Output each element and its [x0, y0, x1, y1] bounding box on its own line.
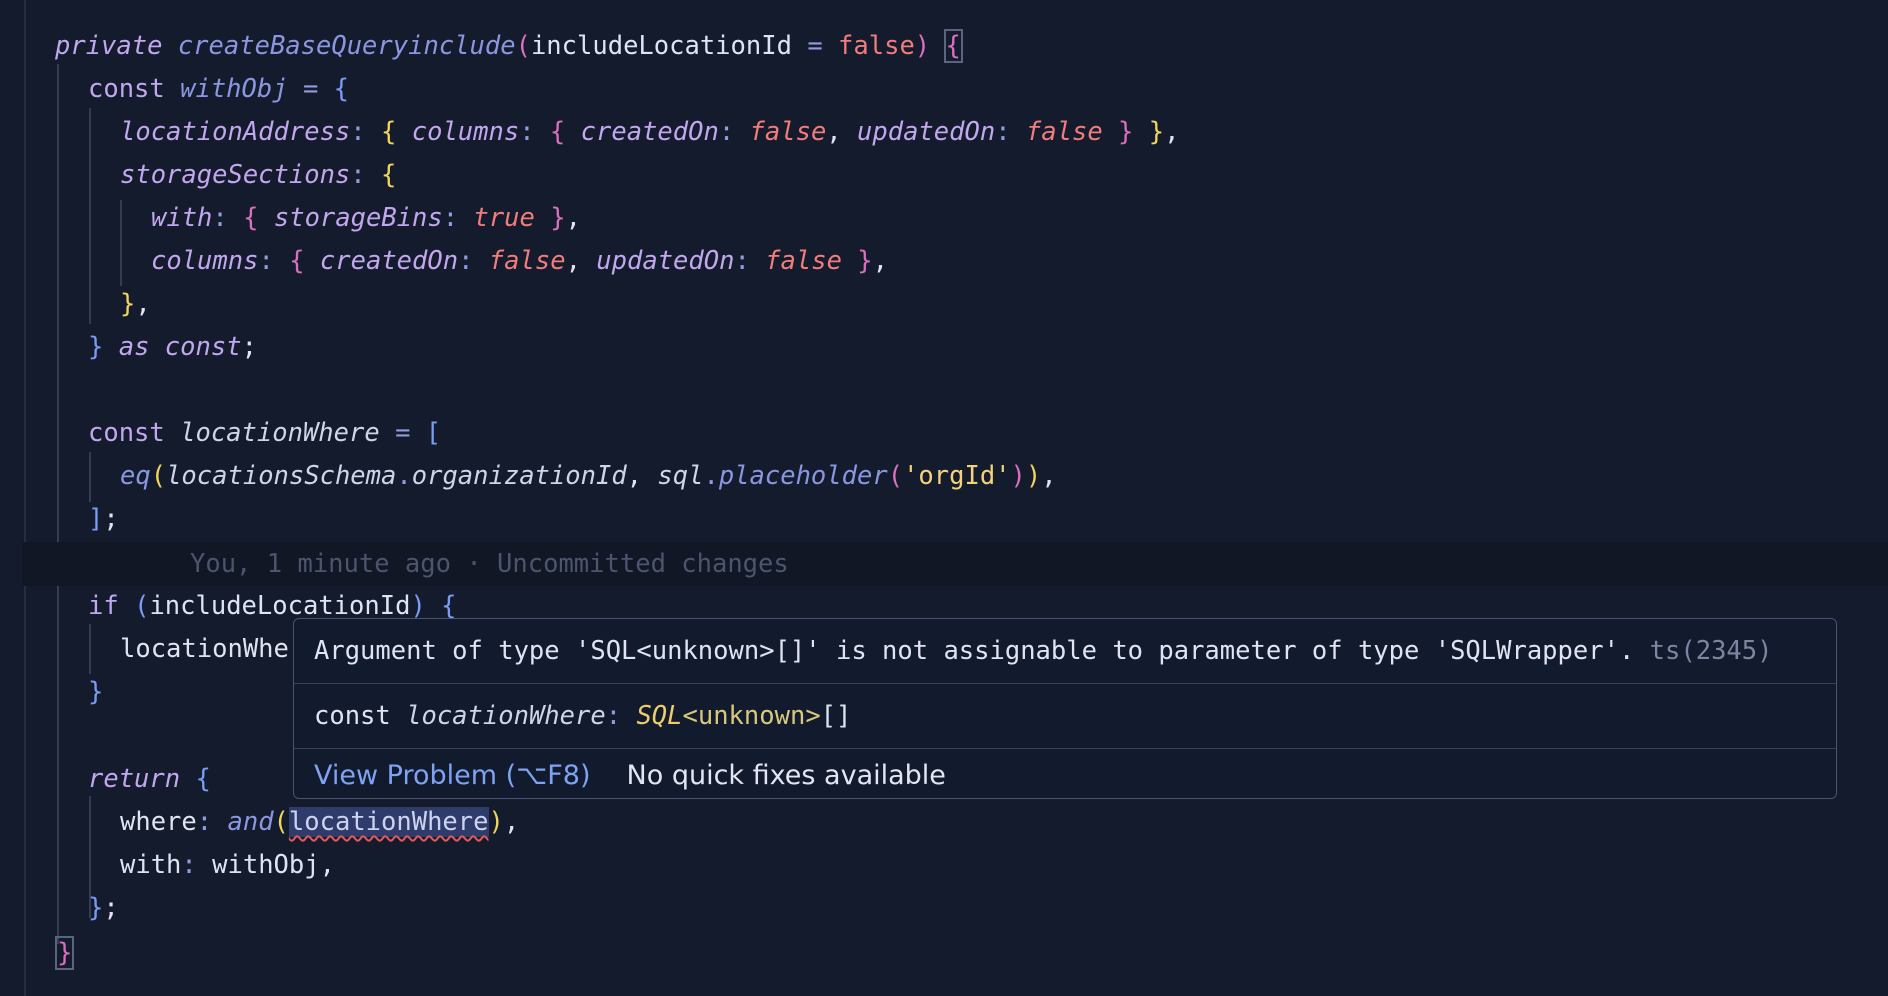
variable-name: withObj: [180, 74, 288, 104]
code-line[interactable]: where: and(locationWhere),: [120, 800, 519, 844]
method-name: createBaseQueryinclude: [177, 31, 516, 61]
string-literal: 'orgId': [903, 461, 1011, 491]
code-line[interactable]: locationWhe: [120, 627, 289, 671]
hover-actions: View Problem (⌥F8) No quick fixes availab…: [294, 748, 1836, 800]
code-line[interactable]: const withObj = {: [88, 67, 349, 111]
keyword: const: [88, 418, 165, 448]
error-highlighted-identifier[interactable]: locationWhere: [288, 807, 489, 837]
git-blame-annotation: You, 1 minute ago · Uncommitted changes: [190, 549, 789, 579]
keyword: as: [118, 332, 150, 362]
code-line[interactable]: }: [88, 670, 103, 714]
declaration-keyword: const: [314, 701, 391, 731]
code-line[interactable]: private createBaseQueryinclude(includeLo…: [55, 24, 963, 68]
property: columns: [411, 117, 520, 147]
boolean: false: [1025, 117, 1103, 147]
code-line[interactable]: } as const;: [88, 325, 257, 369]
property: createdOn: [580, 117, 719, 147]
declaration-type: SQL: [636, 701, 683, 731]
boolean: false: [765, 246, 842, 276]
code-line[interactable]: return {: [88, 757, 211, 801]
identifier: includeLocationId: [149, 591, 411, 621]
identifier: locationWhe: [120, 634, 289, 664]
error-code: ts(2345): [1649, 636, 1773, 666]
indent-guide: [89, 624, 91, 674]
variable-name: locationWhere: [180, 418, 380, 448]
declaration-suffix: []: [820, 701, 852, 731]
gutter-edge: [24, 0, 26, 996]
keyword: if: [88, 591, 119, 621]
identifier: sql: [657, 461, 704, 491]
param-name: includeLocationId: [530, 31, 792, 61]
declaration-generic: <unknown>: [682, 701, 821, 731]
hover-error-message: Argument of type 'SQL<unknown>[]' is not…: [294, 619, 1836, 683]
code-line[interactable]: storageSections: {: [120, 153, 396, 197]
indent-guide: [57, 64, 59, 944]
boolean: false: [749, 117, 827, 147]
property: columns: [151, 246, 259, 276]
code-line[interactable]: }: [54, 931, 75, 975]
function-call: eq: [120, 461, 151, 491]
property: locationAddress: [120, 117, 351, 147]
code-line[interactable]: eq(locationsSchema.organizationId, sql.p…: [120, 454, 1057, 498]
view-problem-link[interactable]: View Problem (⌥F8): [314, 760, 591, 791]
boolean: true: [473, 203, 535, 233]
code-line[interactable]: locationAddress: { columns: { createdOn:…: [120, 110, 1179, 154]
no-quick-fixes-label: No quick fixes available: [626, 760, 946, 791]
code-line[interactable]: const locationWhere = [: [88, 411, 441, 455]
property: with: [120, 850, 182, 880]
property: storageSections: [120, 160, 351, 190]
indent-guide: [89, 452, 91, 502]
param-default: false: [838, 31, 915, 61]
code-line[interactable]: with: withObj,: [120, 843, 335, 887]
function-call: and: [227, 807, 274, 837]
code-line[interactable]: ];: [88, 497, 119, 541]
code-line[interactable]: with: { storageBins: true },: [151, 196, 581, 240]
property: where: [120, 807, 197, 837]
code-line[interactable]: };: [88, 886, 119, 930]
identifier: locationsSchema: [166, 461, 397, 491]
property: updatedOn: [596, 246, 735, 276]
keyword: const: [88, 74, 165, 104]
declaration-name: locationWhere: [406, 701, 606, 731]
property: storageBins: [273, 203, 443, 233]
error-message-text: Argument of type 'SQL<unknown>[]' is not…: [314, 636, 1635, 666]
indent-guide: [120, 200, 122, 286]
identifier: withObj: [212, 850, 320, 880]
property: createdOn: [319, 246, 459, 276]
code-editor[interactable]: private createBaseQueryinclude(includeLo…: [0, 0, 1888, 996]
property: updatedOn: [857, 117, 996, 147]
identifier: organizationId: [411, 461, 627, 491]
indent-guide: [89, 108, 91, 324]
keyword: private: [55, 31, 163, 61]
code-line[interactable]: },: [120, 282, 151, 326]
boolean: false: [488, 246, 566, 276]
property: with: [151, 203, 213, 233]
hover-tooltip: Argument of type 'SQL<unknown>[]' is not…: [293, 618, 1837, 799]
code-line[interactable]: columns: { createdOn: false, updatedOn: …: [151, 239, 888, 283]
function-call: placeholder: [718, 461, 888, 491]
keyword: return: [88, 764, 181, 794]
hover-declaration: const locationWhere: SQL<unknown>[]: [294, 683, 1836, 748]
keyword: const: [164, 332, 242, 362]
